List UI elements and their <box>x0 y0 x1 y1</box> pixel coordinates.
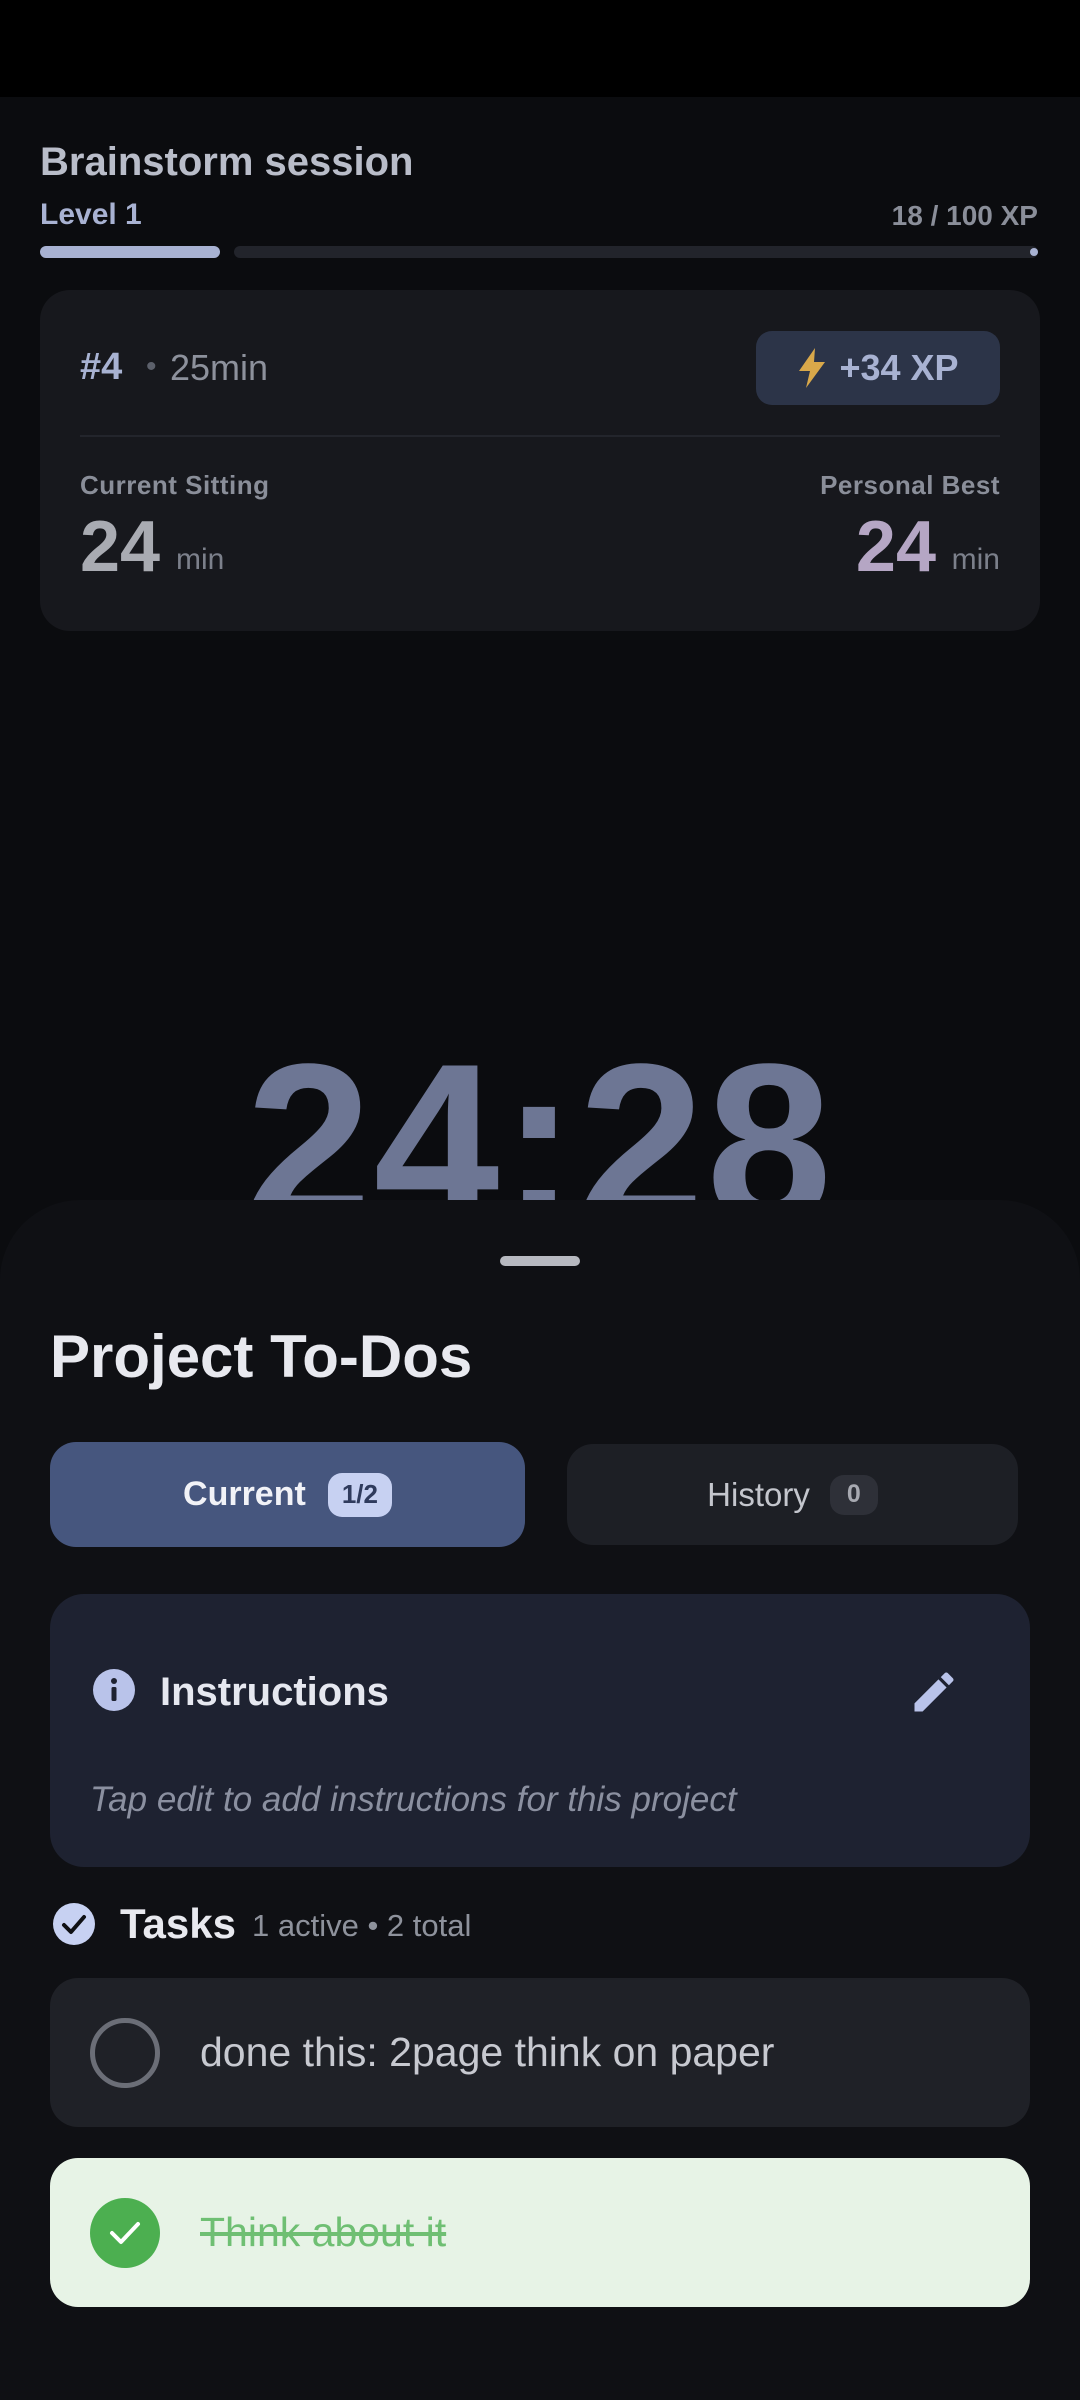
tab-current-badge: 1/2 <box>327 1472 392 1517</box>
level-label: Level 1 <box>40 198 142 231</box>
task-text: done this: 2page think on paper <box>200 2029 775 2075</box>
xp-progress-remaining <box>234 246 1038 258</box>
xp-progress-end-dot <box>1030 248 1038 256</box>
status-bar <box>0 0 1080 97</box>
tab-history-badge: 0 <box>829 1474 878 1515</box>
tasks-title: Tasks <box>120 1900 236 1947</box>
xp-gain-text: +34 XP <box>839 347 959 388</box>
xp-progress-text: 18 / 100 XP <box>891 200 1038 231</box>
xp-progress-bar <box>40 246 1038 258</box>
lightning-bolt-icon <box>799 348 826 388</box>
task-item-completed[interactable]: Think about it <box>50 2158 1030 2307</box>
session-number: #4 <box>80 346 123 388</box>
unchecked-circle-icon[interactable] <box>90 2017 160 2088</box>
checked-circle-icon[interactable] <box>90 2197 160 2268</box>
project-todos-sheet[interactable]: Project To-Dos Current 1/2 History 0 Ins… <box>0 1200 1080 2400</box>
personal-best-label: Personal Best <box>820 470 1000 500</box>
pencil-edit-icon[interactable] <box>908 1666 960 1718</box>
tab-history-label: History <box>707 1475 810 1513</box>
separator-dot: • <box>146 350 157 383</box>
check-circle-icon <box>53 1903 95 1945</box>
sheet-drag-handle[interactable] <box>500 1256 580 1266</box>
personal-best-value: 24 <box>855 507 936 587</box>
tab-current-label: Current <box>183 1475 306 1513</box>
session-duration: 25min <box>170 347 269 388</box>
task-text-completed: Think about it <box>200 2209 447 2255</box>
session-title: Brainstorm session <box>40 140 414 184</box>
task-item-active[interactable]: done this: 2page think on paper <box>50 1978 1030 2127</box>
instructions-title: Instructions <box>160 1670 389 1714</box>
instructions-card: Instructions Tap edit to add instruction… <box>50 1594 1030 1867</box>
sheet-title: Project To-Dos <box>50 1323 473 1390</box>
tasks-count: 1 active • 2 total <box>252 1908 472 1943</box>
session-stats-card: #4 • 25min +34 XP Current Sitting Person… <box>40 290 1040 631</box>
checkmark-icon <box>110 2221 140 2244</box>
tab-current[interactable]: Current 1/2 <box>50 1442 525 1547</box>
current-sitting-label: Current Sitting <box>80 470 270 500</box>
current-sitting-unit: min <box>176 543 225 576</box>
instructions-hint: Tap edit to add instructions for this pr… <box>90 1780 737 1819</box>
personal-best-unit: min <box>951 543 1000 576</box>
card-divider <box>80 435 1000 437</box>
tab-history[interactable]: History 0 <box>567 1444 1018 1545</box>
current-sitting-value: 24 <box>80 507 161 587</box>
xp-progress-fill <box>40 246 220 258</box>
xp-gain-badge: +34 XP <box>756 331 1000 405</box>
info-icon <box>93 1669 135 1711</box>
